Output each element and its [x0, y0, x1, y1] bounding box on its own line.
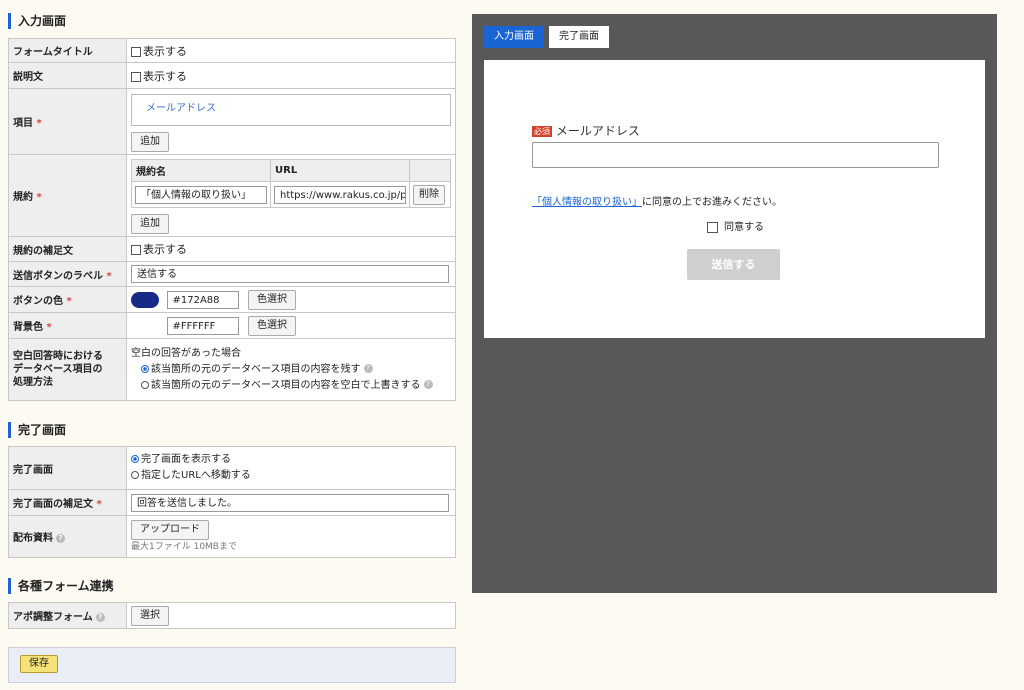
help-icon[interactable]: ? [423, 380, 433, 389]
terms-table: 規約名 URL 「個人情報の取り扱い」 https://www.rakus.co… [131, 159, 451, 208]
preview-email-input[interactable] [532, 142, 939, 168]
save-button[interactable]: 保存 [20, 655, 58, 673]
preview-terms-text: 「個人情報の取り扱い」に同意の上でお進みください。 [532, 197, 782, 208]
preview-agree-checkbox[interactable] [707, 221, 718, 233]
terms-col-url: URL [270, 159, 410, 182]
terms-col-name: 規約名 [131, 159, 271, 182]
complete-option-show-radio[interactable] [131, 455, 139, 463]
button-color-swatch[interactable] [131, 291, 159, 308]
preview-terms-link[interactable]: 「個人情報の取り扱い」 [532, 197, 642, 208]
complete-note-input[interactable]: 回答を送信しました。 [131, 493, 449, 512]
appointment-label: アポ調整フォーム? [8, 602, 127, 629]
preview-field-label: 必須 メールアドレス [532, 124, 640, 138]
terms-delete-button[interactable]: 削除 [413, 184, 445, 205]
complete-note-label: 完了画面の補足文 * [8, 489, 127, 516]
bg-color-label: 背景色 * [8, 312, 127, 339]
submit-label-input[interactable]: 送信する [131, 265, 449, 283]
save-bar: 保存 [8, 647, 456, 683]
blank-option-overwrite-radio[interactable] [141, 380, 149, 389]
help-icon[interactable]: ? [363, 364, 373, 373]
integration-settings-table: アポ調整フォーム? 選択 [8, 602, 456, 629]
submit-label-label: 送信ボタンのラベル * [8, 261, 127, 287]
form-title-label: フォームタイトル [8, 38, 127, 63]
complete-option-redirect[interactable]: 指定したURLへ移動する [131, 468, 451, 484]
button-color-label: ボタンの色 * [8, 286, 127, 313]
section-title-complete: 完了画面 [8, 422, 66, 438]
items-add-button[interactable]: 追加 [131, 131, 169, 152]
section-title-integration: 各種フォーム連携 [8, 578, 114, 594]
description-checkbox[interactable] [131, 71, 141, 82]
items-label: 項目 * [8, 88, 127, 155]
terms-note-checkbox[interactable] [131, 245, 141, 255]
input-settings-table: フォームタイトル 表示する 説明文 表示する 項目 * メールアドレス 追加 規… [8, 38, 456, 401]
bg-color-input[interactable]: #FFFFFF [166, 316, 239, 335]
complete-option-redirect-radio[interactable] [131, 471, 139, 479]
preview-submit-button[interactable]: 送信する [687, 249, 780, 280]
help-icon[interactable]: ? [95, 612, 105, 622]
form-title-checkbox-label[interactable]: 表示する [143, 45, 187, 58]
complete-settings-table: 完了画面 完了画面を表示する 指定したURLへ移動する 完了画面の補足文 * 回… [8, 446, 456, 558]
appointment-select-button[interactable]: 選択 [131, 605, 169, 626]
terms-note-checkbox-label[interactable]: 表示する [143, 243, 187, 256]
complete-option-show[interactable]: 完了画面を表示する [131, 452, 451, 468]
items-list[interactable]: メールアドレス [131, 93, 451, 126]
terms-name-input[interactable]: 「個人情報の取り扱い」 [135, 185, 267, 204]
description-label: 説明文 [8, 62, 127, 89]
distribution-label: 配布資料? [8, 515, 127, 558]
description-checkbox-label[interactable]: 表示する [143, 70, 187, 83]
blank-option-keep[interactable]: 該当箇所の元のデータベース項目の内容を残す? [131, 362, 451, 378]
preview-agree[interactable]: 同意する [707, 218, 764, 233]
form-preview: 入力画面 完了画面 必須 メールアドレス 「個人情報の取り扱い」に同意の上でお進… [472, 14, 997, 593]
terms-add-button[interactable]: 追加 [131, 214, 169, 234]
button-color-input[interactable]: #172A88 [166, 290, 239, 309]
form-title-checkbox[interactable] [131, 46, 141, 57]
section-title-input: 入力画面 [8, 13, 66, 29]
preview-form: 必須 メールアドレス 「個人情報の取り扱い」に同意の上でお進みください。 同意す… [484, 60, 985, 338]
upload-button[interactable]: アップロード [131, 519, 209, 540]
blank-handling-label: 空白回答時における データベース項目の 処理方法 [8, 338, 127, 401]
item-email[interactable]: メールアドレス [146, 103, 216, 114]
blank-option-keep-radio[interactable] [141, 364, 149, 373]
blank-handling-heading: 空白の回答があった場合 [131, 347, 241, 359]
help-icon[interactable]: ? [56, 533, 65, 543]
upload-hint: 最大1ファイル 10MBまで [131, 541, 237, 552]
terms-label: 規約 * [8, 154, 127, 237]
bg-color-swatch[interactable] [131, 318, 159, 334]
terms-url-input[interactable]: https://www.rakus.co.jp/p [274, 185, 406, 204]
terms-note-label: 規約の補足文 [8, 236, 127, 262]
complete-screen-label: 完了画面 [8, 446, 127, 490]
bg-color-pick-button[interactable]: 色選択 [248, 315, 296, 336]
preview-tab-complete[interactable]: 完了画面 [549, 26, 609, 48]
button-color-pick-button[interactable]: 色選択 [248, 289, 296, 310]
blank-option-overwrite[interactable]: 該当箇所の元のデータベース項目の内容を空白で上書きする? [131, 378, 451, 394]
required-badge: 必須 [532, 126, 552, 137]
preview-tab-input[interactable]: 入力画面 [484, 26, 544, 48]
